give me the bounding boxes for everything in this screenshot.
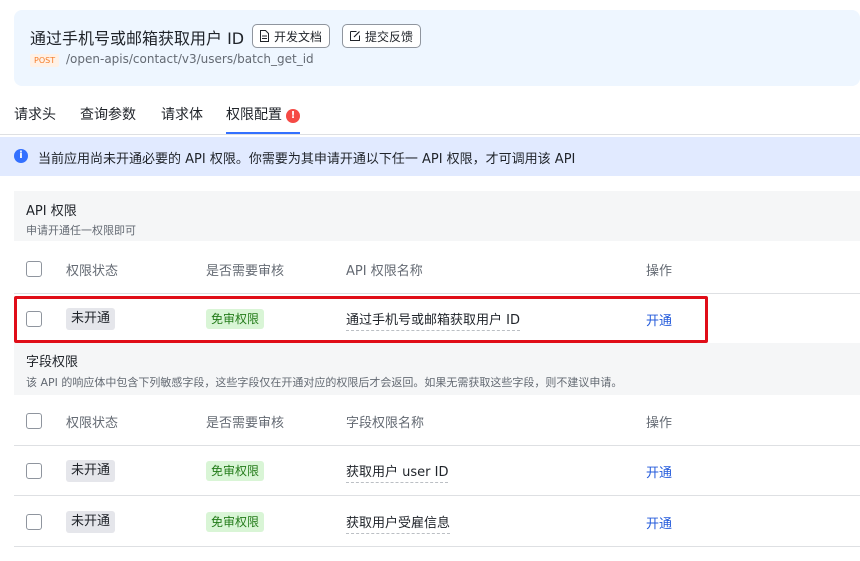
row-checkbox[interactable]: [26, 514, 42, 530]
permission-notice: i 当前应用尚未开通必要的 API 权限。你需要为其申请开通以下任一 API 权…: [0, 137, 860, 176]
api-permission-subtitle: 申请开通任一权限即可: [26, 224, 136, 237]
select-all-checkbox[interactable]: [26, 413, 42, 429]
column-header: 字段权限名称: [346, 416, 425, 431]
http-method-badge: POST: [30, 54, 60, 67]
api-permission-title: API 权限: [26, 204, 77, 219]
tab-query-params[interactable]: 查询参数: [80, 104, 136, 124]
table-row: 未开通 免审权限 通过手机号或邮箱获取用户 ID 开通: [14, 294, 860, 344]
column-header: API 权限名称: [346, 264, 423, 279]
info-icon: i: [14, 149, 28, 163]
api-path: /open-apis/contact/v3/users/batch_get_id: [66, 52, 314, 66]
column-header: 权限状态: [66, 416, 119, 431]
permission-name[interactable]: 获取用户受雇信息: [346, 512, 451, 534]
permission-name[interactable]: 获取用户 user ID: [346, 461, 449, 483]
column-header: 是否需要审核: [206, 416, 285, 431]
enable-link[interactable]: 开通: [646, 513, 672, 532]
tab-permissions[interactable]: 权限配置!: [226, 104, 300, 124]
review-badge: 免审权限: [206, 309, 265, 329]
table-row: 未开通 免审权限 获取用户受雇信息 开通: [14, 497, 860, 547]
tabs-divider: [0, 134, 860, 135]
api-table-header-row: 权限状态 是否需要审核 API 权限名称 操作: [14, 244, 860, 294]
status-badge: 未开通: [66, 460, 116, 482]
notice-text: 当前应用尚未开通必要的 API 权限。你需要为其申请开通以下任一 API 权限，…: [38, 152, 576, 167]
api-header-card: 通过手机号或邮箱获取用户 ID 开发文档 提交反馈 POST /open-api…: [14, 10, 860, 86]
api-permission-section-header: API 权限 申请开通任一权限即可: [14, 191, 860, 241]
row-checkbox[interactable]: [26, 463, 42, 479]
enable-link[interactable]: 开通: [646, 310, 672, 329]
row-checkbox[interactable]: [26, 311, 42, 327]
column-header: 操作: [646, 416, 673, 431]
warning-icon: !: [286, 109, 300, 123]
edit-icon: [350, 31, 360, 41]
tab-request-body[interactable]: 请求体: [161, 104, 203, 124]
docs-button-label: 开发文档: [274, 29, 323, 44]
status-badge: 未开通: [66, 308, 116, 330]
select-all-checkbox[interactable]: [26, 261, 42, 277]
review-badge: 免审权限: [206, 512, 265, 532]
field-permission-subtitle: 该 API 的响应体中包含下列敏感字段，这些字段仅在开通对应的权限后才会返回。如…: [26, 376, 623, 389]
feedback-button-label: 提交反馈: [365, 29, 414, 44]
api-title: 通过手机号或邮箱获取用户 ID: [30, 29, 245, 48]
table-row: 未开通 免审权限 获取用户 user ID 开通: [14, 446, 860, 496]
field-table-header-row: 权限状态 是否需要审核 字段权限名称 操作: [14, 396, 860, 446]
column-header: 权限状态: [66, 264, 119, 279]
tab-request-headers[interactable]: 请求头: [14, 104, 56, 124]
tab-permissions-label: 权限配置: [226, 107, 282, 123]
feedback-button[interactable]: 提交反馈: [342, 24, 422, 48]
field-permission-title: 字段权限: [26, 355, 79, 370]
review-badge: 免审权限: [206, 461, 265, 481]
column-header: 操作: [646, 264, 673, 279]
enable-link[interactable]: 开通: [646, 462, 672, 481]
document-icon: [260, 30, 269, 42]
permission-name[interactable]: 通过手机号或邮箱获取用户 ID: [346, 309, 520, 331]
field-permission-section-header: 字段权限 该 API 的响应体中包含下列敏感字段，这些字段仅在开通对应的权限后才…: [14, 343, 860, 395]
column-header: 是否需要审核: [206, 264, 285, 279]
status-badge: 未开通: [66, 511, 116, 533]
docs-button[interactable]: 开发文档: [252, 24, 331, 48]
